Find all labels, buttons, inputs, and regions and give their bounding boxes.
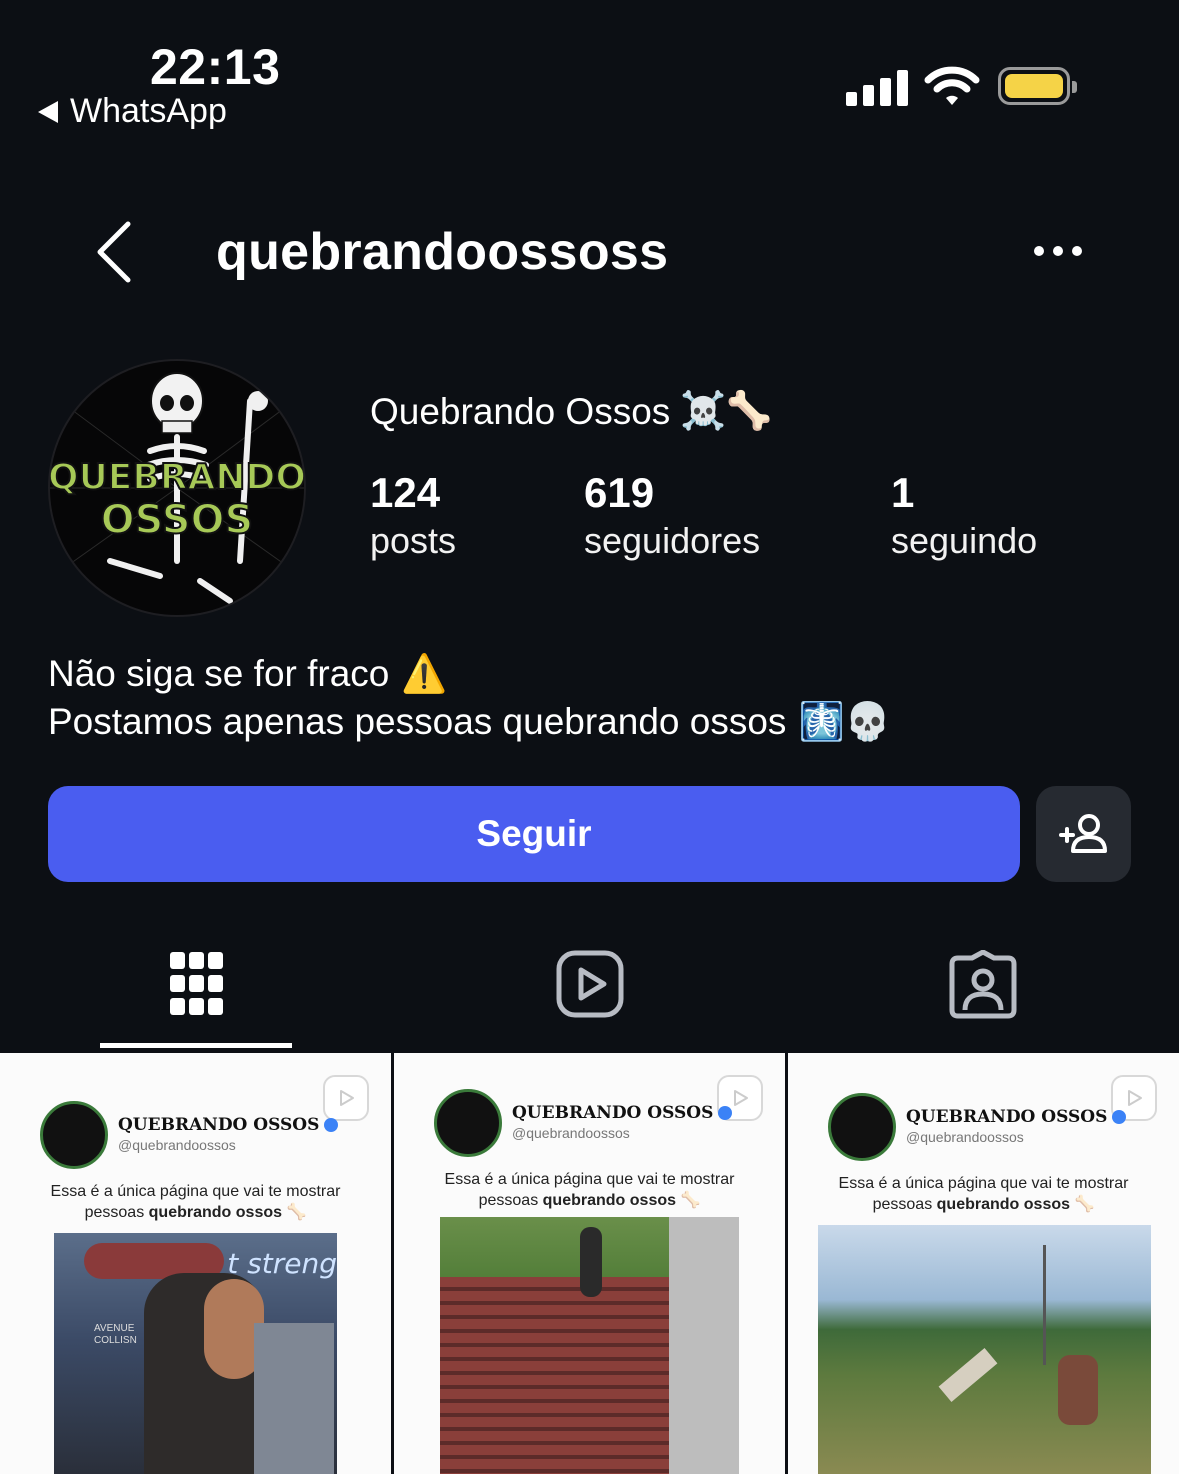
back-chevron-icon[interactable]	[92, 220, 134, 289]
more-options-icon[interactable]	[1034, 246, 1082, 256]
post-thumbnail-3[interactable]: QUEBRANDO OSSOS @quebrandoossos Essa é a…	[788, 1053, 1179, 1474]
bio-line-2: Postamos apenas pessoas quebrando ossos …	[48, 698, 891, 746]
tagged-icon	[949, 949, 1017, 1019]
verified-badge-icon	[1112, 1110, 1127, 1124]
tab-tagged[interactable]	[948, 949, 1018, 1025]
stat-posts[interactable]: 124 posts	[370, 468, 456, 564]
stat-followers[interactable]: 619 seguidores	[584, 468, 760, 564]
wifi-icon	[924, 66, 980, 113]
tile-account-name: QUEBRANDO OSSOS	[512, 1103, 733, 1123]
avatar-text-1: QUEBRANDO	[50, 457, 304, 498]
tile-photo	[818, 1225, 1151, 1474]
tile-avatar	[434, 1089, 502, 1157]
display-name: Quebrando Ossos ☠️🦴	[370, 390, 772, 433]
verified-badge-icon	[324, 1118, 339, 1132]
stat-following-value: 1	[891, 469, 915, 516]
battery-icon	[998, 67, 1077, 105]
stat-followers-value: 619	[584, 469, 655, 516]
tile-photo: t streng AVENUE COLLISN	[54, 1233, 337, 1474]
follow-button[interactable]: Seguir	[48, 786, 1020, 882]
profile-avatar[interactable]: QUEBRANDO OSSOS	[48, 359, 306, 617]
active-tab-indicator	[100, 1043, 292, 1048]
tile-caption: Essa é a única página que vai te mostrar…	[444, 1171, 735, 1209]
reels-icon	[556, 950, 624, 1018]
verified-badge-icon	[718, 1106, 733, 1120]
back-app-label: WhatsApp	[70, 92, 227, 130]
grid-icon	[170, 952, 223, 1015]
status-time: 22:13	[150, 39, 281, 95]
tile-caption: Essa é a única página que vai te mostrar…	[838, 1175, 1129, 1213]
stat-following[interactable]: 1 seguindo	[891, 468, 1037, 564]
tile-handle: @quebrandoossos	[906, 1129, 1024, 1145]
tile-photo	[440, 1217, 739, 1474]
stat-following-label: seguindo	[891, 520, 1038, 561]
tile-caption: Essa é a única página que vai te mostrar…	[50, 1183, 341, 1221]
tile-handle: @quebrandoossos	[512, 1125, 630, 1141]
skull-bone-emoji-icon: ☠️🦴	[680, 390, 773, 431]
tile-avatar	[40, 1101, 108, 1169]
add-person-icon	[1058, 814, 1107, 853]
tab-reels[interactable]	[556, 950, 624, 1023]
bio-line-1-text: Não siga se for fraco	[48, 653, 390, 694]
signal-icon	[846, 70, 908, 106]
xray-skull-emoji-icon: 🩻💀	[798, 701, 891, 742]
stat-posts-value: 124	[370, 469, 441, 516]
post-thumbnail-1[interactable]: QUEBRANDO OSSOS @quebrandoossos Essa é a…	[0, 1053, 391, 1474]
back-triangle-icon	[38, 100, 58, 123]
tile-avatar	[828, 1093, 896, 1161]
stat-posts-label: posts	[370, 520, 457, 561]
bio-line-2-text: Postamos apenas pessoas quebrando ossos	[48, 701, 787, 742]
tile-handle: @quebrandoossos	[118, 1137, 236, 1153]
bio-line-1: Não siga se for fraco ⚠️	[48, 650, 447, 698]
tile-account-name: QUEBRANDO OSSOS	[906, 1107, 1127, 1127]
profile-username: quebrandoossoss	[216, 223, 669, 281]
display-name-text: Quebrando Ossos	[370, 390, 671, 432]
avatar-text-2: OSSOS	[101, 497, 254, 543]
back-to-app-link[interactable]: WhatsApp	[38, 92, 227, 131]
stat-followers-label: seguidores	[584, 520, 761, 561]
warning-emoji-icon: ⚠️	[401, 653, 448, 694]
post-thumbnail-2[interactable]: QUEBRANDO OSSOS @quebrandoossos Essa é a…	[394, 1053, 785, 1474]
tile-account-name: QUEBRANDO OSSOS	[118, 1115, 339, 1135]
suggest-accounts-button[interactable]	[1036, 786, 1131, 882]
tab-posts-grid[interactable]	[168, 950, 226, 1023]
